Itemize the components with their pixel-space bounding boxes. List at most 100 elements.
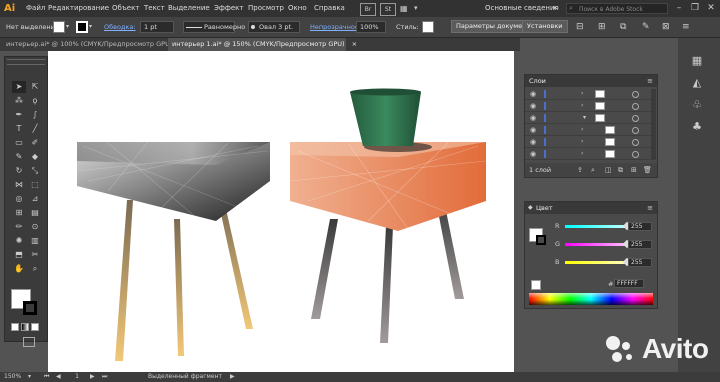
layer-row[interactable]: ◉ › (525, 100, 657, 112)
color-stroke-swatch[interactable] (536, 235, 546, 245)
stroke-swatch[interactable] (76, 21, 88, 33)
expand-chevron-icon[interactable]: › (581, 100, 583, 112)
perspective-grid-icon[interactable]: ⊿ (28, 193, 42, 205)
locate-object-icon[interactable]: ⌕ (591, 163, 595, 177)
scale-tool-icon[interactable]: ⤡ (28, 165, 42, 177)
type-tool-icon[interactable]: T (12, 123, 26, 135)
flyout-menu-icon[interactable]: ≡ (682, 21, 694, 33)
gradient-mode-icon[interactable] (21, 323, 29, 331)
panel-menu-icon[interactable]: ≡ (647, 75, 653, 87)
paintbrush-tool-icon[interactable]: ✐ (28, 137, 42, 149)
color-panel-title[interactable]: Цвет (536, 202, 553, 214)
arrange-icon[interactable]: ⧉ (620, 21, 632, 33)
stroke-color-swatch[interactable] (23, 301, 37, 315)
prev-artboard-icon[interactable]: ◀ (56, 372, 61, 382)
b-value[interactable]: 255 (628, 258, 652, 267)
opacity-field[interactable]: 100% (356, 21, 386, 33)
none-color-icon[interactable] (531, 280, 541, 290)
expand-chevron-icon[interactable]: ▾ (583, 112, 586, 124)
curvature-tool-icon[interactable]: ∫ (28, 109, 42, 121)
target-circle-icon[interactable] (632, 115, 639, 122)
zoom-tool-icon[interactable]: ⌕ (28, 263, 42, 275)
layer-row[interactable]: ◉ › (525, 136, 657, 148)
color-spectrum[interactable] (529, 293, 653, 305)
minimize-button[interactable]: – (672, 0, 686, 17)
export-icon[interactable]: ⇪ (577, 163, 583, 177)
stroke-chevron-icon[interactable]: ▾ (89, 23, 92, 30)
transform-icon[interactable]: ⊞ (598, 21, 610, 33)
stock-button[interactable]: St (380, 3, 396, 16)
brush-definition[interactable]: Овал 3 pt. (248, 21, 300, 33)
menu-edit[interactable]: Редактирование (48, 0, 109, 17)
tab-interior-1-ai[interactable]: интерьер 1.ai* @ 150% (CMYK/Предпросмотр… (168, 38, 357, 51)
bridge-button[interactable]: Br (360, 3, 376, 16)
stroke-label[interactable]: Обводка: (104, 21, 136, 33)
menu-select[interactable]: Выделение (168, 0, 210, 17)
menu-effect[interactable]: Эффект (214, 0, 243, 17)
layer-row[interactable]: ◉ › (525, 124, 657, 136)
none-mode-icon[interactable] (31, 323, 39, 331)
lasso-icon[interactable]: ϙ (28, 95, 42, 107)
blend-tool-icon[interactable]: ⊙ (28, 221, 42, 233)
r-value[interactable]: 255 (628, 222, 652, 231)
layer-row[interactable]: ◉ › (525, 88, 657, 100)
artboard[interactable] (48, 51, 514, 372)
expand-chevron-icon[interactable]: › (581, 148, 583, 160)
visibility-eye-icon[interactable]: ◉ (528, 100, 538, 112)
symbols-icon[interactable]: ♣ (686, 118, 708, 136)
target-circle-icon[interactable] (632, 127, 639, 134)
menu-help[interactable]: Справка (314, 0, 345, 17)
preferences-button[interactable]: Установки (522, 20, 568, 33)
pencil-edit-icon[interactable]: ✎ (642, 21, 654, 33)
graph-tool-icon[interactable]: ▥ (28, 235, 42, 247)
eraser-tool-icon[interactable]: ◆ (28, 151, 42, 163)
width-tool-icon[interactable]: ⋈ (12, 179, 26, 191)
arrange-documents-icon[interactable]: ▦ (400, 3, 412, 14)
zoom-level[interactable]: 150% (4, 372, 21, 382)
panel-expand-icon[interactable]: ◆ (528, 202, 533, 214)
next-artboard-icon[interactable]: ▶ (90, 372, 95, 382)
status-arrow-icon[interactable]: ▶ (230, 372, 235, 382)
pen-tool-icon[interactable]: ✒ (12, 109, 26, 121)
workspace-chevron-icon[interactable]: ▾ (553, 3, 557, 14)
visibility-eye-icon[interactable]: ◉ (528, 124, 538, 136)
menu-text[interactable]: Текст (144, 0, 165, 17)
expand-chevron-icon[interactable]: › (581, 88, 583, 100)
zoom-chevron-icon[interactable]: ▾ (28, 372, 31, 382)
visibility-eye-icon[interactable]: ◉ (528, 112, 538, 124)
layer-row[interactable]: ◉ › (525, 148, 657, 160)
menu-window[interactable]: Окно (288, 0, 307, 17)
artboard-tool-icon[interactable]: ⬒ (12, 249, 26, 261)
layer-row[interactable]: ◉ ▾ (525, 112, 657, 124)
artboard-number[interactable]: 1 (70, 372, 84, 382)
new-sublayer-icon[interactable]: ⧉ (618, 163, 623, 177)
stroke-weight-field[interactable]: 1 pt (140, 21, 174, 33)
g-value[interactable]: 255 (628, 240, 652, 249)
expand-chevron-icon[interactable]: › (581, 124, 583, 136)
menu-view[interactable]: Просмотр (248, 0, 284, 17)
close-icon[interactable]: × (352, 40, 357, 48)
layers-scrollbar[interactable] (651, 89, 656, 159)
magic-wand-icon[interactable]: ⁂ (12, 95, 26, 107)
slice-tool-icon[interactable]: ✂ (28, 249, 42, 261)
tab-interior-ai[interactable]: интерьер.ai* @ 100% (CMYK/Предпросмотр G… (2, 38, 185, 51)
last-artboard-icon[interactable]: ⏭ (102, 372, 107, 382)
chevron-down-icon[interactable]: ▾ (414, 3, 426, 14)
restore-button[interactable]: ❐ (688, 0, 702, 17)
visibility-eye-icon[interactable]: ◉ (528, 136, 538, 148)
target-circle-icon[interactable] (632, 139, 639, 146)
eyedropper-icon[interactable]: ✏ (12, 221, 26, 233)
new-layer-icon[interactable]: ⊞ (631, 163, 637, 177)
target-circle-icon[interactable] (632, 151, 639, 158)
swatches-icon[interactable]: ◭ (686, 74, 708, 92)
brushes-icon[interactable]: ♧ (686, 96, 708, 114)
close-button[interactable]: ✕ (704, 0, 718, 17)
first-artboard-icon[interactable]: ⏮ (44, 372, 49, 382)
select-similar-icon[interactable]: ⊠ (662, 21, 674, 33)
clipping-mask-icon[interactable]: ◫ (605, 163, 612, 177)
properties-icon[interactable]: ▦ (686, 52, 708, 70)
free-transform-icon[interactable]: ⬚ (28, 179, 42, 191)
panel-menu-icon[interactable]: ≡ (647, 202, 653, 214)
fill-swatch[interactable] (53, 21, 65, 33)
stock-search-input[interactable]: Поиск в Adobe Stock (566, 3, 668, 14)
